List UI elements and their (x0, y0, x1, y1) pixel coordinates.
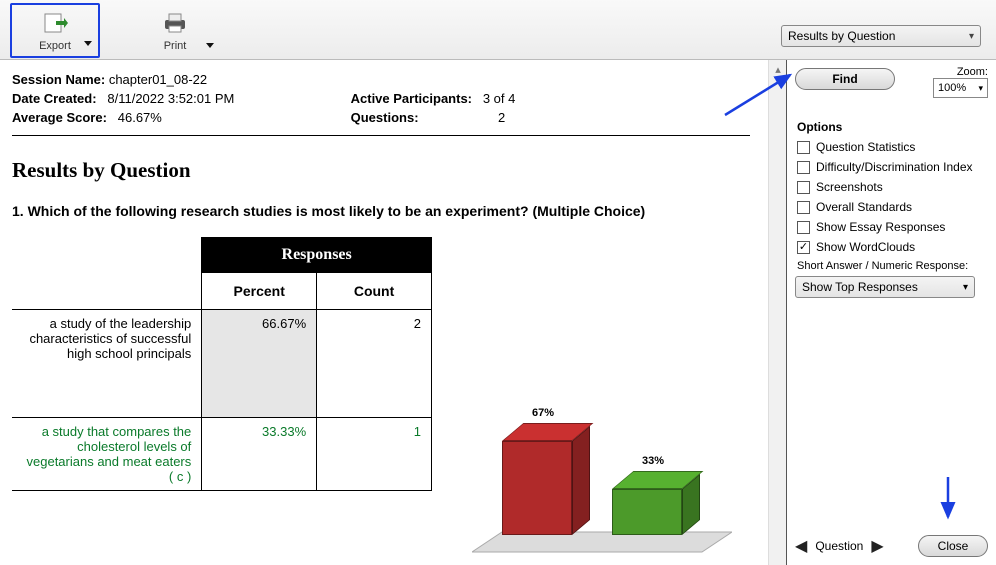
short-answer-select[interactable]: Show Top Responses ▾ (795, 276, 975, 298)
checkbox-icon[interactable] (797, 161, 810, 174)
prev-question-button[interactable]: ◀ (795, 536, 807, 556)
chevron-down-icon (84, 41, 92, 46)
responses-table: Responses Percent Count a study of the l… (12, 237, 432, 491)
next-question-button[interactable]: ▶ (871, 536, 883, 556)
date-label: Date Created: (12, 91, 97, 106)
export-button[interactable]: Export (10, 3, 100, 58)
table-row: a study that compares the cholesterol le… (12, 418, 432, 491)
close-label: Close (938, 539, 969, 553)
toolbar: Export Print Results by Question ▾ (0, 0, 996, 60)
checkbox-icon[interactable] (797, 181, 810, 194)
printer-icon (162, 9, 188, 37)
percent-cell: 66.67% (202, 310, 317, 418)
option-screenshots[interactable]: Screenshots (797, 180, 986, 194)
option-label: Show WordClouds (816, 240, 915, 254)
export-label: Export (39, 40, 71, 52)
find-button[interactable]: Find (795, 68, 895, 90)
scrollbar[interactable]: ▴ (768, 60, 786, 565)
report-title: Results by Question (12, 158, 750, 183)
questions-value: 2 (498, 110, 505, 125)
option-difficulty-discrimination-index[interactable]: Difficulty/Discrimination Index (797, 160, 986, 174)
table-header: Responses (202, 238, 432, 273)
chevron-down-icon: ▾ (978, 83, 983, 94)
count-cell: 2 (317, 310, 432, 418)
count-cell: 1 (317, 418, 432, 491)
options-label: Options (797, 120, 988, 134)
option-label: Question Statistics (816, 140, 915, 154)
bar-chart: 67% 33% (472, 357, 732, 557)
view-select[interactable]: Results by Question ▾ (781, 25, 981, 47)
answer-cell: a study that compares the cholesterol le… (12, 418, 202, 491)
questions-label: Questions: (351, 110, 419, 125)
chart-bar-label: 33% (642, 455, 664, 467)
nav-label: Question (815, 539, 863, 553)
checkbox-icon[interactable]: ✓ (797, 241, 810, 254)
question-text: 1. Which of the following research studi… (12, 203, 750, 219)
option-show-wordclouds[interactable]: ✓ Show WordClouds (797, 240, 986, 254)
col-percent: Percent (202, 273, 317, 310)
chevron-down-icon: ▾ (969, 31, 974, 42)
avg-value: 46.67% (118, 110, 162, 125)
view-select-value: Results by Question (788, 29, 895, 43)
date-value: 8/11/2022 3:52:01 PM (107, 91, 234, 106)
chart-bar-label: 67% (532, 407, 554, 419)
chevron-down-icon: ▾ (963, 282, 968, 293)
print-label: Print (164, 40, 187, 52)
short-answer-value: Show Top Responses (802, 280, 918, 294)
zoom-label: Zoom: (933, 66, 988, 78)
option-label: Screenshots (816, 180, 883, 194)
export-icon (42, 9, 68, 37)
chevron-down-icon (206, 43, 214, 48)
avg-label: Average Score: (12, 110, 107, 125)
print-button[interactable]: Print (130, 3, 220, 58)
report-pane: Session Name: chapter01_08-22 Date Creat… (0, 60, 768, 565)
find-label: Find (832, 72, 857, 86)
session-label: Session Name: (12, 72, 105, 87)
session-value: chapter01_08-22 (109, 72, 207, 87)
option-overall-standards[interactable]: Overall Standards (797, 200, 986, 214)
zoom-select[interactable]: 100% ▾ (933, 78, 988, 98)
scroll-up-icon[interactable]: ▴ (769, 60, 787, 78)
answer-cell: a study of the leadership characteristic… (12, 310, 202, 418)
option-question-statistics[interactable]: Question Statistics (797, 140, 986, 154)
checkbox-icon[interactable] (797, 141, 810, 154)
active-value: 3 of 4 (483, 91, 516, 106)
zoom-value: 100% (938, 82, 966, 94)
col-count: Count (317, 273, 432, 310)
close-button[interactable]: Close (918, 535, 988, 557)
option-label: Show Essay Responses (816, 220, 945, 234)
percent-cell: 33.33% (202, 418, 317, 491)
active-label: Active Participants: (351, 91, 472, 106)
option-label: Difficulty/Discrimination Index (816, 160, 973, 174)
sidebar: Find Zoom: 100% ▾ Options Question Stati… (786, 60, 996, 565)
checkbox-icon[interactable] (797, 201, 810, 214)
short-answer-label: Short Answer / Numeric Response: (797, 260, 986, 272)
table-row: a study of the leadership characteristic… (12, 310, 432, 418)
option-show-essay-responses[interactable]: Show Essay Responses (797, 220, 986, 234)
checkbox-icon[interactable] (797, 221, 810, 234)
option-label: Overall Standards (816, 200, 912, 214)
